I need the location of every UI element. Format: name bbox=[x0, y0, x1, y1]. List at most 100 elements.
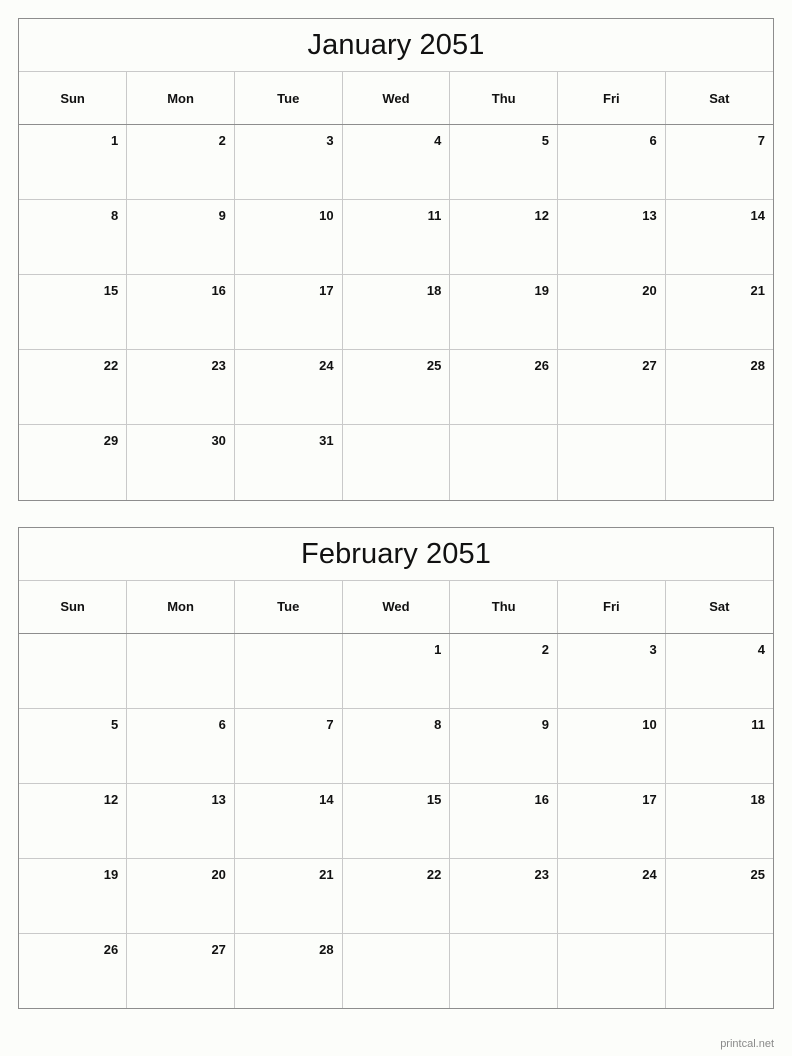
day-cell[interactable] bbox=[126, 633, 235, 709]
day-cell[interactable] bbox=[449, 933, 559, 1008]
calendar-body-january: 1 2 3 4 5 6 7 8 9 10 11 12 13 14 15 16 1… bbox=[19, 124, 773, 500]
day-cell[interactable]: 13 bbox=[557, 199, 666, 275]
day-cell[interactable] bbox=[665, 424, 773, 500]
day-cell[interactable]: 25 bbox=[665, 858, 773, 934]
day-cell[interactable] bbox=[19, 633, 128, 709]
week-row: 8 9 10 11 12 13 14 bbox=[19, 199, 773, 275]
day-cell[interactable]: 16 bbox=[126, 274, 235, 350]
day-cell[interactable]: 25 bbox=[342, 349, 451, 425]
weekday-header-thu: Thu bbox=[449, 580, 559, 634]
day-cell[interactable]: 14 bbox=[665, 199, 773, 275]
day-cell[interactable]: 19 bbox=[19, 858, 128, 934]
day-cell[interactable]: 29 bbox=[19, 424, 128, 500]
week-row: 5 6 7 8 9 10 11 bbox=[19, 708, 773, 784]
day-cell[interactable]: 27 bbox=[126, 933, 235, 1008]
weekday-header-mon: Mon bbox=[126, 580, 235, 634]
day-cell[interactable]: 4 bbox=[665, 633, 773, 709]
day-cell[interactable]: 3 bbox=[234, 124, 343, 200]
weekday-header-fri: Fri bbox=[557, 72, 666, 125]
weekday-header-sat: Sat bbox=[665, 72, 773, 125]
calendar-page: January 2051 Sun Mon Tue Wed Thu Fri Sat… bbox=[0, 0, 792, 1056]
day-cell[interactable]: 26 bbox=[19, 933, 128, 1008]
day-cell[interactable]: 18 bbox=[342, 274, 451, 350]
day-cell[interactable]: 21 bbox=[234, 858, 343, 934]
day-cell[interactable]: 8 bbox=[342, 708, 451, 784]
weekday-header-tue: Tue bbox=[234, 72, 343, 125]
week-row: 15 16 17 18 19 20 21 bbox=[19, 274, 773, 350]
day-cell[interactable] bbox=[665, 933, 773, 1008]
day-cell[interactable]: 15 bbox=[19, 274, 128, 350]
day-cell[interactable]: 19 bbox=[449, 274, 559, 350]
week-row: 26 27 28 bbox=[19, 933, 773, 1008]
day-cell[interactable]: 22 bbox=[19, 349, 128, 425]
day-cell[interactable] bbox=[342, 933, 451, 1008]
calendar-grid-february: Sun Mon Tue Wed Thu Fri Sat 1 2 3 4 5 6 … bbox=[19, 580, 773, 1008]
day-cell[interactable]: 15 bbox=[342, 783, 451, 859]
day-cell[interactable]: 23 bbox=[126, 349, 235, 425]
day-cell[interactable]: 20 bbox=[126, 858, 235, 934]
day-cell[interactable]: 20 bbox=[557, 274, 666, 350]
day-cell[interactable]: 24 bbox=[557, 858, 666, 934]
day-cell[interactable] bbox=[234, 633, 343, 709]
day-cell[interactable]: 1 bbox=[342, 633, 451, 709]
day-cell[interactable]: 9 bbox=[449, 708, 559, 784]
day-cell[interactable]: 7 bbox=[234, 708, 343, 784]
day-cell[interactable]: 6 bbox=[557, 124, 666, 200]
weekday-header-sun: Sun bbox=[19, 580, 128, 634]
day-cell[interactable]: 16 bbox=[449, 783, 559, 859]
day-cell[interactable]: 10 bbox=[557, 708, 666, 784]
calendar-grid-january: Sun Mon Tue Wed Thu Fri Sat 1 2 3 4 5 6 bbox=[19, 72, 773, 500]
day-cell[interactable]: 1 bbox=[19, 124, 128, 200]
day-cell[interactable]: 11 bbox=[342, 199, 451, 275]
day-cell[interactable]: 22 bbox=[342, 858, 451, 934]
day-cell[interactable]: 17 bbox=[234, 274, 343, 350]
day-cell[interactable]: 12 bbox=[449, 199, 559, 275]
day-cell[interactable]: 9 bbox=[126, 199, 235, 275]
day-cell[interactable]: 4 bbox=[342, 124, 451, 200]
day-cell[interactable]: 18 bbox=[665, 783, 773, 859]
day-cell[interactable] bbox=[449, 424, 559, 500]
day-cell[interactable]: 24 bbox=[234, 349, 343, 425]
week-row: 1 2 3 4 5 6 7 bbox=[19, 124, 773, 200]
day-cell[interactable]: 7 bbox=[665, 124, 773, 200]
day-cell[interactable]: 30 bbox=[126, 424, 235, 500]
week-row: 12 13 14 15 16 17 18 bbox=[19, 783, 773, 859]
day-cell[interactable] bbox=[342, 424, 451, 500]
weekday-header-tue: Tue bbox=[234, 580, 343, 634]
week-row: 19 20 21 22 23 24 25 bbox=[19, 858, 773, 934]
day-cell[interactable]: 8 bbox=[19, 199, 128, 275]
day-cell[interactable] bbox=[557, 424, 666, 500]
day-cell[interactable]: 17 bbox=[557, 783, 666, 859]
day-cell[interactable]: 14 bbox=[234, 783, 343, 859]
day-cell[interactable]: 11 bbox=[665, 708, 773, 784]
day-cell[interactable]: 5 bbox=[19, 708, 128, 784]
weekday-header-row: Sun Mon Tue Wed Thu Fri Sat bbox=[19, 72, 773, 125]
week-row: 22 23 24 25 26 27 28 bbox=[19, 349, 773, 425]
day-cell[interactable]: 5 bbox=[449, 124, 559, 200]
month-title-february: February 2051 bbox=[19, 528, 773, 581]
weekday-header-sun: Sun bbox=[19, 72, 128, 125]
weekday-header-sat: Sat bbox=[665, 580, 773, 634]
day-cell[interactable]: 2 bbox=[126, 124, 235, 200]
day-cell[interactable]: 21 bbox=[665, 274, 773, 350]
day-cell[interactable]: 26 bbox=[449, 349, 559, 425]
month-block-january: January 2051 Sun Mon Tue Wed Thu Fri Sat… bbox=[18, 18, 774, 501]
day-cell[interactable]: 2 bbox=[449, 633, 559, 709]
month-title-january: January 2051 bbox=[19, 19, 773, 72]
day-cell[interactable]: 23 bbox=[449, 858, 559, 934]
day-cell[interactable]: 31 bbox=[234, 424, 343, 500]
site-footer-label: printcal.net bbox=[720, 1038, 774, 1050]
day-cell[interactable]: 28 bbox=[665, 349, 773, 425]
day-cell[interactable]: 28 bbox=[234, 933, 343, 1008]
weekday-header-thu: Thu bbox=[449, 72, 559, 125]
day-cell[interactable] bbox=[557, 933, 666, 1008]
day-cell[interactable]: 13 bbox=[126, 783, 235, 859]
day-cell[interactable]: 12 bbox=[19, 783, 128, 859]
day-cell[interactable]: 10 bbox=[234, 199, 343, 275]
day-cell[interactable]: 6 bbox=[126, 708, 235, 784]
weekday-header-wed: Wed bbox=[342, 72, 451, 125]
weekday-header-fri: Fri bbox=[557, 580, 666, 634]
day-cell[interactable]: 27 bbox=[557, 349, 666, 425]
calendar-body-february: 1 2 3 4 5 6 7 8 9 10 11 12 13 14 15 16 1… bbox=[19, 633, 773, 1008]
day-cell[interactable]: 3 bbox=[557, 633, 666, 709]
